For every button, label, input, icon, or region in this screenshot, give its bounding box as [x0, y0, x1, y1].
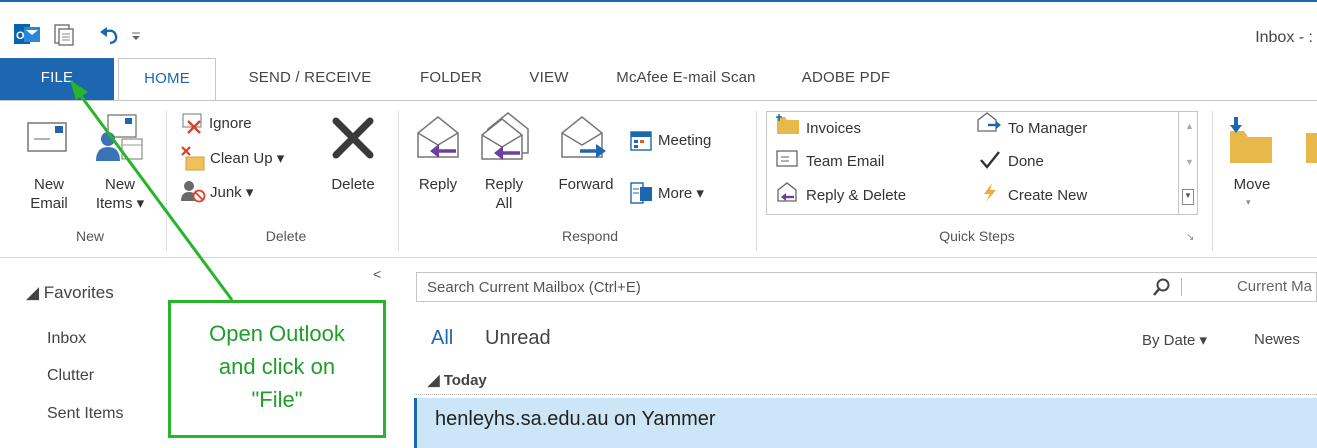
mail-list-item[interactable]: henleyhs.sa.edu.au on Yammer — [414, 398, 1317, 448]
quick-step-create-new[interactable]: Create New — [1008, 187, 1087, 204]
ribbon-separator — [756, 111, 757, 251]
ignore-icon — [182, 113, 202, 134]
filter-unread[interactable]: Unread — [485, 327, 551, 350]
quick-steps-dialog-launcher-icon[interactable]: ↘ — [1186, 232, 1194, 243]
tab-adobe-pdf[interactable]: ADOBE PDF — [782, 58, 910, 100]
rules-icon — [1306, 133, 1317, 163]
to-manager-icon — [977, 112, 1001, 132]
reply-delete-icon — [777, 182, 797, 202]
group-header-today[interactable]: ◢ Today — [414, 365, 1317, 395]
scroll-down-icon[interactable]: ▼ — [1185, 157, 1194, 167]
ribbon-separator — [1212, 111, 1213, 251]
outlook-logo-icon[interactable]: O — [14, 22, 40, 46]
annotation-callout: Open Outlook and click on "File" — [168, 300, 386, 438]
filter-all[interactable]: All — [431, 327, 453, 350]
move-button[interactable]: Move — [1224, 175, 1280, 194]
send-receive-all-icon[interactable] — [54, 24, 74, 46]
reply-icon — [417, 116, 459, 158]
invoices-folder-icon — [776, 114, 799, 134]
new-email-label-1: New — [33, 176, 64, 193]
reply-button[interactable]: Reply — [410, 175, 466, 194]
folder-clutter[interactable]: Clutter — [47, 367, 94, 385]
favorites-header[interactable]: ◢ Favorites — [26, 283, 114, 303]
junk-button[interactable]: Junk ▾ — [210, 183, 253, 201]
ignore-button[interactable]: Ignore — [209, 115, 252, 132]
reply-all-label-2: All — [495, 195, 513, 212]
scroll-up-icon[interactable]: ▲ — [1185, 121, 1194, 131]
mail-sender: henleyhs.sa.edu.au on Yammer — [435, 408, 716, 430]
group-label-quick-steps: Quick Steps — [939, 228, 1015, 244]
clean-up-icon — [181, 146, 205, 171]
forward-icon — [561, 116, 606, 158]
new-items-label-2: Items ▾ — [95, 195, 145, 212]
team-email-icon — [776, 150, 798, 167]
quick-step-to-manager[interactable]: To Manager — [1008, 120, 1087, 137]
new-email-icon — [27, 122, 67, 152]
search-box: Current Ma — [416, 272, 1317, 302]
create-new-lightning-icon — [984, 183, 996, 202]
group-label-respond: Respond — [561, 228, 619, 244]
new-email-button[interactable]: New Email — [18, 175, 80, 213]
collapse-folder-pane-icon[interactable]: < — [373, 266, 381, 282]
quick-step-reply-delete[interactable]: Reply & Delete — [806, 187, 906, 204]
new-items-label-1: New — [104, 176, 135, 193]
search-icon[interactable] — [1153, 278, 1171, 296]
tab-folder[interactable]: FOLDER — [400, 58, 502, 100]
ribbon: New Email New Items ▾ New Ignore Clean U… — [0, 100, 1317, 258]
group-label-new: New — [75, 228, 104, 244]
delete-icon — [332, 117, 374, 159]
meeting-icon — [630, 131, 652, 151]
annotation-line-2: and click on — [218, 354, 336, 379]
reply-all-label-1: Reply — [484, 176, 524, 193]
forward-button[interactable]: Forward — [548, 175, 624, 194]
undo-icon[interactable] — [98, 24, 120, 46]
tab-home[interactable]: HOME — [118, 58, 216, 102]
reply-all-button[interactable]: Reply All — [474, 175, 534, 213]
sort-order-toggle[interactable]: Newes — [1254, 331, 1300, 348]
more-respond-icon — [630, 182, 652, 204]
tab-send-receive[interactable]: SEND / RECEIVE — [222, 58, 398, 100]
annotation-text: Open Outlook and click on "File" — [171, 317, 383, 416]
svg-text:O: O — [16, 30, 25, 42]
junk-icon — [181, 181, 206, 203]
quick-steps-scrollbar[interactable]: ▲ ▼ ▼ — [1178, 111, 1198, 215]
new-items-button[interactable]: New Items ▾ — [84, 175, 156, 213]
folder-inbox[interactable]: Inbox — [47, 330, 86, 348]
delete-button[interactable]: Delete — [320, 175, 386, 194]
reply-all-icon — [481, 112, 529, 160]
clean-up-button[interactable]: Clean Up ▾ — [210, 149, 284, 167]
move-icon — [1230, 117, 1272, 163]
ribbon-separator — [398, 111, 399, 251]
new-items-icon — [96, 114, 143, 161]
tab-mcafee[interactable]: McAfee E-mail Scan — [600, 58, 772, 100]
move-dropdown-icon[interactable]: ▾ — [1246, 197, 1251, 208]
title-bar: O Inbox - : — [0, 0, 1317, 58]
search-divider — [1181, 278, 1182, 296]
search-input[interactable] — [427, 273, 1127, 301]
more-respond-button[interactable]: More ▾ — [658, 184, 704, 202]
window-title: Inbox - : — [1255, 29, 1313, 46]
tab-file[interactable]: FILE — [0, 58, 114, 100]
tab-view[interactable]: VIEW — [508, 58, 590, 100]
folder-sent-items[interactable]: Sent Items — [47, 405, 123, 423]
meeting-button[interactable]: Meeting — [658, 132, 711, 149]
annotation-line-1: Open Outlook — [209, 321, 345, 346]
gallery-expand-icon[interactable]: ▼ — [1182, 189, 1194, 205]
sort-by-dropdown[interactable]: By Date ▾ — [1142, 331, 1207, 349]
annotation-line-3: "File" — [251, 387, 303, 412]
done-check-icon — [980, 151, 1000, 169]
new-email-label-2: Email — [30, 195, 68, 212]
ribbon-tabs: FILE HOME SEND / RECEIVE FOLDER VIEW McA… — [0, 58, 1317, 102]
group-label-delete: Delete — [265, 228, 307, 244]
quick-step-team-email[interactable]: Team Email — [806, 153, 884, 170]
quick-step-invoices[interactable]: Invoices — [806, 120, 861, 137]
customize-qat-icon[interactable] — [130, 24, 142, 46]
search-scope-dropdown[interactable]: Current Ma — [1237, 278, 1312, 295]
ribbon-separator — [166, 111, 167, 251]
quick-step-done[interactable]: Done — [1008, 153, 1044, 170]
